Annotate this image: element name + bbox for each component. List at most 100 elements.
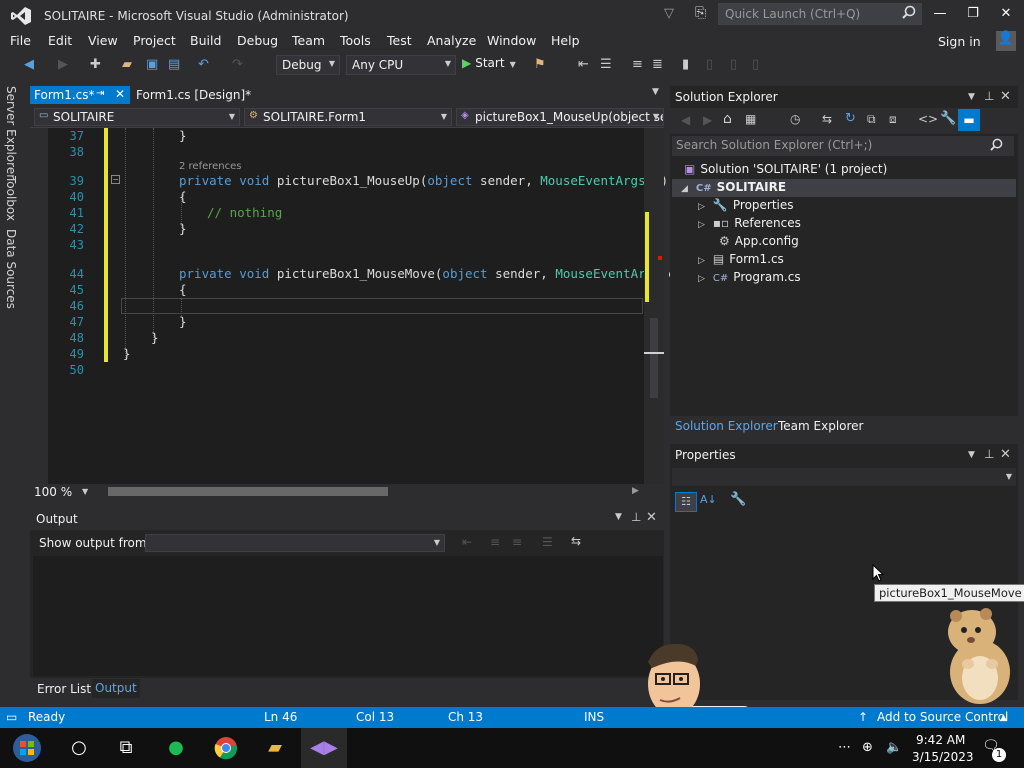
view-code-icon[interactable]: <> xyxy=(918,112,938,126)
code-lens-references[interactable]: 2 references xyxy=(179,161,242,172)
close-icon[interactable]: ✕ xyxy=(1000,89,1011,104)
sync-icon[interactable]: ⇆ xyxy=(822,112,832,126)
tree-item-form1-cs[interactable]: ▷ ▤ Form1.cs xyxy=(698,252,784,266)
restore-button[interactable]: ❐ xyxy=(963,6,983,24)
menu-window[interactable]: Window xyxy=(487,33,536,48)
categorized-icon[interactable]: ☷ xyxy=(675,492,697,512)
switch-views-icon[interactable]: ▦ xyxy=(745,112,756,126)
editor-vertical-scrollbar[interactable] xyxy=(644,128,664,484)
tab-form1-cs[interactable]: Form1.cs* ⇥ ✕ xyxy=(30,86,130,104)
tab-list-dropdown-icon[interactable]: ▼ xyxy=(652,87,659,97)
menu-analyze[interactable]: Analyze xyxy=(427,33,476,48)
clear-all-icon[interactable]: ☰ xyxy=(542,535,553,549)
format-icon[interactable]: ☰ xyxy=(600,57,612,72)
properties-wrench-icon[interactable]: 🔧 xyxy=(940,111,956,126)
forward-icon[interactable]: ▶ xyxy=(58,57,68,72)
prev-message-icon[interactable]: ≡ xyxy=(490,535,500,549)
pin-icon[interactable]: ⊥ xyxy=(984,89,994,103)
panel-menu-icon[interactable]: ▼ xyxy=(968,450,975,460)
minimize-button[interactable]: — xyxy=(930,6,950,24)
tree-project-node[interactable]: ◢ C# SOLITAIRE xyxy=(681,180,786,194)
pin-icon[interactable]: ⊥ xyxy=(984,447,994,461)
clock-time[interactable]: 9:42 AM xyxy=(916,733,965,747)
show-all-files-icon[interactable]: ⧈ xyxy=(889,112,897,127)
collapse-all-icon[interactable]: ⧉ xyxy=(867,112,876,127)
tree-item-app-config[interactable]: ⚙ App.config xyxy=(719,234,799,248)
output-source-select[interactable]: ▼ xyxy=(145,534,445,552)
find-message-icon[interactable]: ⇤ xyxy=(462,535,472,549)
property-pages-icon[interactable]: 🔧 xyxy=(730,492,746,507)
comment-icon[interactable]: ≡ xyxy=(632,57,643,72)
windows-start-icon[interactable] xyxy=(10,733,44,763)
panel-menu-icon[interactable]: ▼ xyxy=(615,512,622,522)
start-debugging-button[interactable]: ▶ Start ▼ xyxy=(462,56,516,70)
new-project-icon[interactable]: ✚ xyxy=(90,57,101,72)
back-icon[interactable]: ◀ xyxy=(24,57,34,72)
bookmark-icon[interactable]: ▮ xyxy=(682,57,689,72)
undo-icon[interactable]: ↶ xyxy=(198,57,209,72)
tab-output[interactable]: Output xyxy=(92,679,140,698)
file-explorer-icon[interactable]: ▰ xyxy=(258,733,292,763)
menu-project[interactable]: Project xyxy=(133,33,176,48)
visual-studio-icon[interactable]: ◀▶ xyxy=(307,733,341,763)
tab-form1-design[interactable]: Form1.cs [Design]* xyxy=(136,88,251,102)
menu-debug[interactable]: Debug xyxy=(237,33,278,48)
tree-item-program-cs[interactable]: ▷ C# Program.cs xyxy=(698,270,801,284)
tab-solution-explorer[interactable]: Solution Explorer xyxy=(675,419,778,433)
menu-test[interactable]: Test xyxy=(387,33,412,48)
back-icon[interactable]: ◀ xyxy=(681,113,690,127)
preview-selected-icon[interactable]: ▬ xyxy=(958,109,980,131)
browser-link-icon[interactable]: ⚑ xyxy=(534,57,546,72)
bookmark-clear-icon[interactable]: ▯ xyxy=(752,57,759,72)
sign-in-link[interactable]: Sign in xyxy=(938,34,981,49)
close-icon[interactable]: ✕ xyxy=(115,87,125,101)
member-dropdown[interactable]: ◈pictureBox1_MouseUp(object sender▼ xyxy=(456,108,664,126)
feedback-icon[interactable]: ⎘ xyxy=(695,5,706,21)
spotify-icon[interactable]: ● xyxy=(159,733,193,763)
redo-icon[interactable]: ↷ xyxy=(232,57,243,72)
network-globe-icon[interactable]: ⊕ xyxy=(862,740,873,755)
menu-view[interactable]: View xyxy=(88,33,118,48)
menu-edit[interactable]: Edit xyxy=(48,33,72,48)
toolbox-tab[interactable]: Toolbox xyxy=(4,176,18,221)
solution-configuration-select[interactable]: Debug ▼ xyxy=(276,55,340,75)
data-sources-tab[interactable]: Data Sources xyxy=(4,229,18,309)
add-to-source-control-button[interactable]: Add to Source Control xyxy=(877,710,1008,724)
close-icon[interactable]: ✕ xyxy=(1000,447,1011,462)
bookmark-next-icon[interactable]: ▯ xyxy=(730,57,737,72)
save-all-icon[interactable]: ▤ xyxy=(168,57,180,72)
solution-search-input[interactable]: Search Solution Explorer (Ctrl+;) xyxy=(672,136,1014,156)
server-explorer-tab[interactable]: Server Explorer xyxy=(4,86,18,179)
menu-help[interactable]: Help xyxy=(551,33,580,48)
word-wrap-icon[interactable]: ⇆ xyxy=(571,534,581,548)
open-file-icon[interactable]: ▰ xyxy=(122,57,132,72)
scroll-right-icon[interactable]: ▶ xyxy=(632,486,639,496)
menu-build[interactable]: Build xyxy=(190,33,221,48)
menu-team[interactable]: Team xyxy=(292,33,325,48)
tree-solution-node[interactable]: ▣ Solution 'SOLITAIRE' (1 project) xyxy=(684,162,887,176)
panel-menu-icon[interactable]: ▼ xyxy=(968,92,975,102)
save-icon[interactable]: ▣ xyxy=(146,57,158,72)
project-dropdown[interactable]: ▭ SOLITAIRE ▼ xyxy=(34,108,240,126)
properties-object-select[interactable]: ▼ xyxy=(672,468,1016,486)
notification-filter-icon[interactable]: ▽ xyxy=(664,6,674,21)
tree-item-properties[interactable]: ▷ 🔧 Properties xyxy=(698,198,794,212)
close-button[interactable]: ✕ xyxy=(996,6,1016,24)
bookmark-prev-icon[interactable]: ▯ xyxy=(706,57,713,72)
output-text-area[interactable] xyxy=(33,556,663,676)
account-icon[interactable]: 👤 xyxy=(996,31,1016,51)
tab-error-list[interactable]: Error List xyxy=(37,682,91,696)
menu-tools[interactable]: Tools xyxy=(340,33,371,48)
tab-team-explorer[interactable]: Team Explorer xyxy=(778,419,864,433)
collapse-icon[interactable]: − xyxy=(111,175,120,184)
search-circle-icon[interactable]: ○ xyxy=(62,733,96,763)
forward-icon[interactable]: ▶ xyxy=(703,113,712,127)
task-view-icon[interactable]: ⧉ xyxy=(109,733,143,763)
chrome-icon[interactable] xyxy=(209,733,243,763)
tree-item-references[interactable]: ▷ ▪▫ References xyxy=(698,216,801,230)
pending-changes-filter-icon[interactable]: ◷ xyxy=(790,112,800,126)
menu-file[interactable]: File xyxy=(10,33,31,48)
solution-platform-select[interactable]: Any CPU ▼ xyxy=(346,55,456,75)
class-dropdown[interactable]: ⚙ SOLITAIRE.Form1 ▼ xyxy=(244,108,452,126)
quick-launch-input[interactable]: Quick Launch (Ctrl+Q) xyxy=(718,3,922,25)
